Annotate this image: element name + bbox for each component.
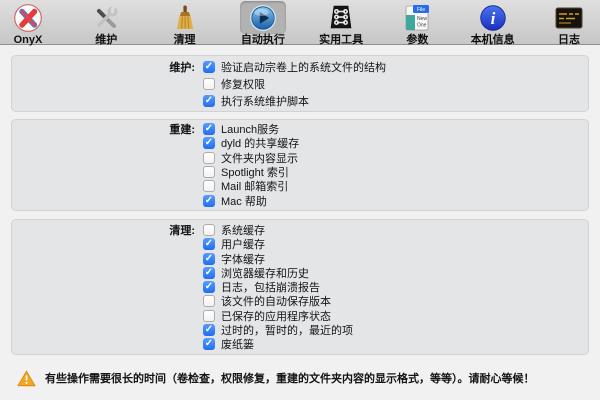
checkbox[interactable] (203, 195, 215, 207)
checkbox-row: dyld 的共享缓存 (12, 136, 588, 150)
checkbox-row: 维护: 验证启动宗卷上的系统文件的结构 (12, 58, 588, 75)
toolbar-item-label: 自动执行 (241, 34, 285, 46)
section-title-rebuild: 重建: (12, 121, 195, 137)
broom-icon (162, 1, 208, 34)
tools-icon (83, 1, 129, 34)
checkbox[interactable] (203, 78, 215, 90)
info-icon: i (471, 1, 515, 34)
warning-text: 有些操作需要很长的时间（卷检查，权限修复，重建的文件夹内容的显示格式，等等）。请… (45, 370, 535, 386)
checkbox-row: Spotlight 索引 (12, 165, 588, 179)
toolbar-item-logs[interactable]: 日志 (547, 1, 591, 46)
checkbox-row: 清理: 系统缓存 (12, 223, 588, 237)
toolbar-item-label: 清理 (174, 34, 196, 46)
toolbar-item-onyx[interactable]: OnyX (5, 1, 51, 46)
checkbox[interactable] (203, 224, 215, 236)
checkbox-row: 废纸篓 (12, 337, 588, 351)
cleaning-box: 清理: 系统缓存 用户缓存 字体缓存 浏览器缓存和历史 日志，包括崩溃报告 (11, 219, 589, 356)
svg-text:One: One (417, 22, 427, 28)
toolbar-item-label: 维护 (95, 34, 117, 46)
log-terminal-icon (547, 1, 591, 34)
play-icon (240, 1, 286, 34)
checkbox-row: 修复权限 (12, 75, 588, 92)
toolbar-item-label: 本机信息 (471, 34, 515, 46)
toolbar-item-cleaning[interactable]: 清理 (162, 1, 208, 46)
checkbox-row: 该文件的自动保存版本 (12, 294, 588, 308)
checkbox[interactable] (203, 137, 215, 149)
menu-settings-icon: File New One (396, 1, 438, 34)
checkbox-row: 浏览器缓存和历史 (12, 266, 588, 280)
checkbox[interactable] (203, 267, 215, 279)
svg-text:i: i (490, 9, 495, 28)
toolbox-icon (318, 1, 364, 34)
checkbox[interactable] (203, 95, 215, 107)
checkbox[interactable] (203, 253, 215, 265)
checkbox-row: 执行系统维护脚本 (12, 92, 588, 109)
checkbox-row: Mail 邮箱索引 (12, 179, 588, 193)
checkbox[interactable] (203, 166, 215, 178)
checkbox-row: 过时的，暂时的，最近的项 (12, 323, 588, 337)
checkbox-label[interactable]: 修复权限 (221, 76, 265, 92)
checkbox[interactable] (203, 123, 215, 135)
checkbox-row: Mac 帮助 (12, 193, 588, 207)
automation-pane: 维护: 验证启动宗卷上的系统文件的结构 修复权限 执行系统维护脚本 重建: La… (0, 45, 600, 394)
svg-text:New: New (417, 16, 427, 22)
section-title-cleaning: 清理: (12, 222, 195, 238)
checkbox-label[interactable]: 验证启动宗卷上的系统文件的结构 (221, 59, 386, 75)
toolbar-item-label: 日志 (558, 34, 580, 46)
warning-triangle-icon (17, 370, 36, 387)
toolbar-item-label: OnyX (14, 34, 43, 46)
checkbox-row: 用户缓存 (12, 237, 588, 251)
checkbox[interactable] (203, 338, 215, 350)
toolbar-item-utilities[interactable]: 实用工具 (318, 1, 364, 46)
checkbox-row: 字体缓存 (12, 251, 588, 265)
checkbox-label[interactable]: 废纸篓 (221, 336, 254, 352)
checkbox-label[interactable]: Mac 帮助 (221, 193, 267, 209)
onyx-logo-icon (5, 1, 51, 34)
toolbar-item-info[interactable]: i 本机信息 (471, 1, 515, 46)
checkbox[interactable] (203, 295, 215, 307)
checkbox[interactable] (203, 281, 215, 293)
main-toolbar: OnyX 维护 清理 (0, 0, 600, 45)
checkbox-row: 文件夹内容显示 (12, 151, 588, 165)
toolbar-item-parameters[interactable]: File New One 参数 (396, 1, 438, 46)
checkbox-row: 重建: Launch服务 (12, 122, 588, 136)
checkbox-row: 已保存的应用程序状态 (12, 309, 588, 323)
checkbox[interactable] (203, 310, 215, 322)
section-title-maintenance: 维护: (12, 59, 195, 75)
toolbar-item-automation[interactable]: 自动执行 (240, 1, 286, 46)
toolbar-item-label: 参数 (406, 34, 428, 46)
checkbox-row: 日志，包括崩溃报告 (12, 280, 588, 294)
toolbar-item-maintenance[interactable]: 维护 (83, 1, 129, 46)
checkbox[interactable] (203, 152, 215, 164)
checkbox[interactable] (203, 61, 215, 73)
checkbox[interactable] (203, 180, 215, 192)
maintenance-box: 维护: 验证启动宗卷上的系统文件的结构 修复权限 执行系统维护脚本 (11, 55, 589, 112)
checkbox[interactable] (203, 324, 215, 336)
status-warning-bar: 有些操作需要很长的时间（卷检查，权限修复，重建的文件夹内容的显示格式，等等）。请… (0, 362, 600, 394)
checkbox-label[interactable]: 执行系统维护脚本 (221, 93, 309, 109)
svg-text:File: File (417, 7, 425, 13)
toolbar-item-label: 实用工具 (319, 34, 363, 46)
checkbox[interactable] (203, 238, 215, 250)
rebuild-box: 重建: Launch服务 dyld 的共享缓存 文件夹内容显示 Spotligh… (11, 119, 589, 211)
